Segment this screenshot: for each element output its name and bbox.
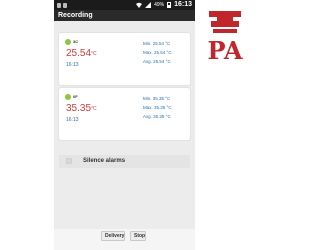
sensor-card[interactable]: 3C 25.54°C 16:13 Min. 25.54 °C Max. 25.5… — [59, 33, 190, 85]
temperature-value: 35.35 — [66, 103, 92, 114]
avg-temperature: Avg. 25.54 °C — [143, 59, 171, 64]
sensor-stats: Min. 25.54 °C Max. 25.54 °C Avg. 25.54 °… — [143, 39, 189, 66]
page: 49% 16:13 Recording 3C 25.54°C 16:13 Min… — [0, 0, 250, 250]
min-temperature: Min. 35.35 °C — [143, 96, 171, 101]
delivery-button[interactable]: Delivery — [101, 231, 125, 241]
sensor-card[interactable]: 6F 35.35°C 16:13 Min. 35.35 °C Max. 35.3… — [59, 88, 190, 140]
logo-letters: PA — [208, 36, 243, 65]
sensor-stats: Min. 35.35 °C Max. 35.35 °C Avg. 35.35 °… — [143, 94, 189, 121]
sensor-name: 3C — [73, 39, 79, 44]
action-bar: Delivery Stop — [54, 229, 195, 250]
max-temperature: Max. 25.54 °C — [143, 50, 172, 55]
min-temperature: Min. 25.54 °C — [143, 41, 171, 46]
silence-alarms-row[interactable]: Silence alarms — [59, 155, 190, 168]
phone-screen: 49% 16:13 Recording 3C 25.54°C 16:13 Min… — [54, 0, 195, 250]
sensor-name: 6F — [73, 94, 78, 99]
status-indicators: 49% 16:13 — [136, 0, 192, 10]
app-bar: Recording — [54, 10, 195, 21]
notification-icon — [63, 2, 67, 8]
notification-icons — [57, 0, 67, 10]
max-temperature: Max. 35.35 °C — [143, 105, 172, 110]
temperature-reading: 35.35°C — [66, 103, 97, 115]
brand-logo: PA — [208, 11, 243, 65]
temperature-value: 25.54 — [66, 48, 92, 59]
reading-time: 16:13 — [66, 117, 79, 123]
battery-icon — [167, 2, 172, 8]
signal-icon — [145, 2, 152, 8]
notification-icon — [57, 2, 61, 8]
page-title: Recording — [58, 12, 93, 19]
silence-alarms-label: Silence alarms — [83, 158, 126, 164]
temperature-unit: °C — [91, 51, 97, 57]
wifi-icon — [136, 2, 143, 8]
silence-alarms-checkbox[interactable] — [66, 158, 72, 164]
status-bar: 49% 16:13 — [54, 0, 195, 10]
status-dot-icon — [65, 39, 71, 45]
temperature-reading: 25.54°C — [66, 48, 97, 60]
avg-temperature: Avg. 35.35 °C — [143, 114, 171, 119]
stop-button[interactable]: Stop — [130, 231, 146, 241]
status-dot-icon — [65, 94, 71, 100]
reading-time: 16:13 — [66, 62, 79, 68]
clock: 16:13 — [174, 1, 192, 8]
battery-percent: 49% — [154, 2, 165, 8]
temperature-unit: °C — [91, 106, 97, 112]
